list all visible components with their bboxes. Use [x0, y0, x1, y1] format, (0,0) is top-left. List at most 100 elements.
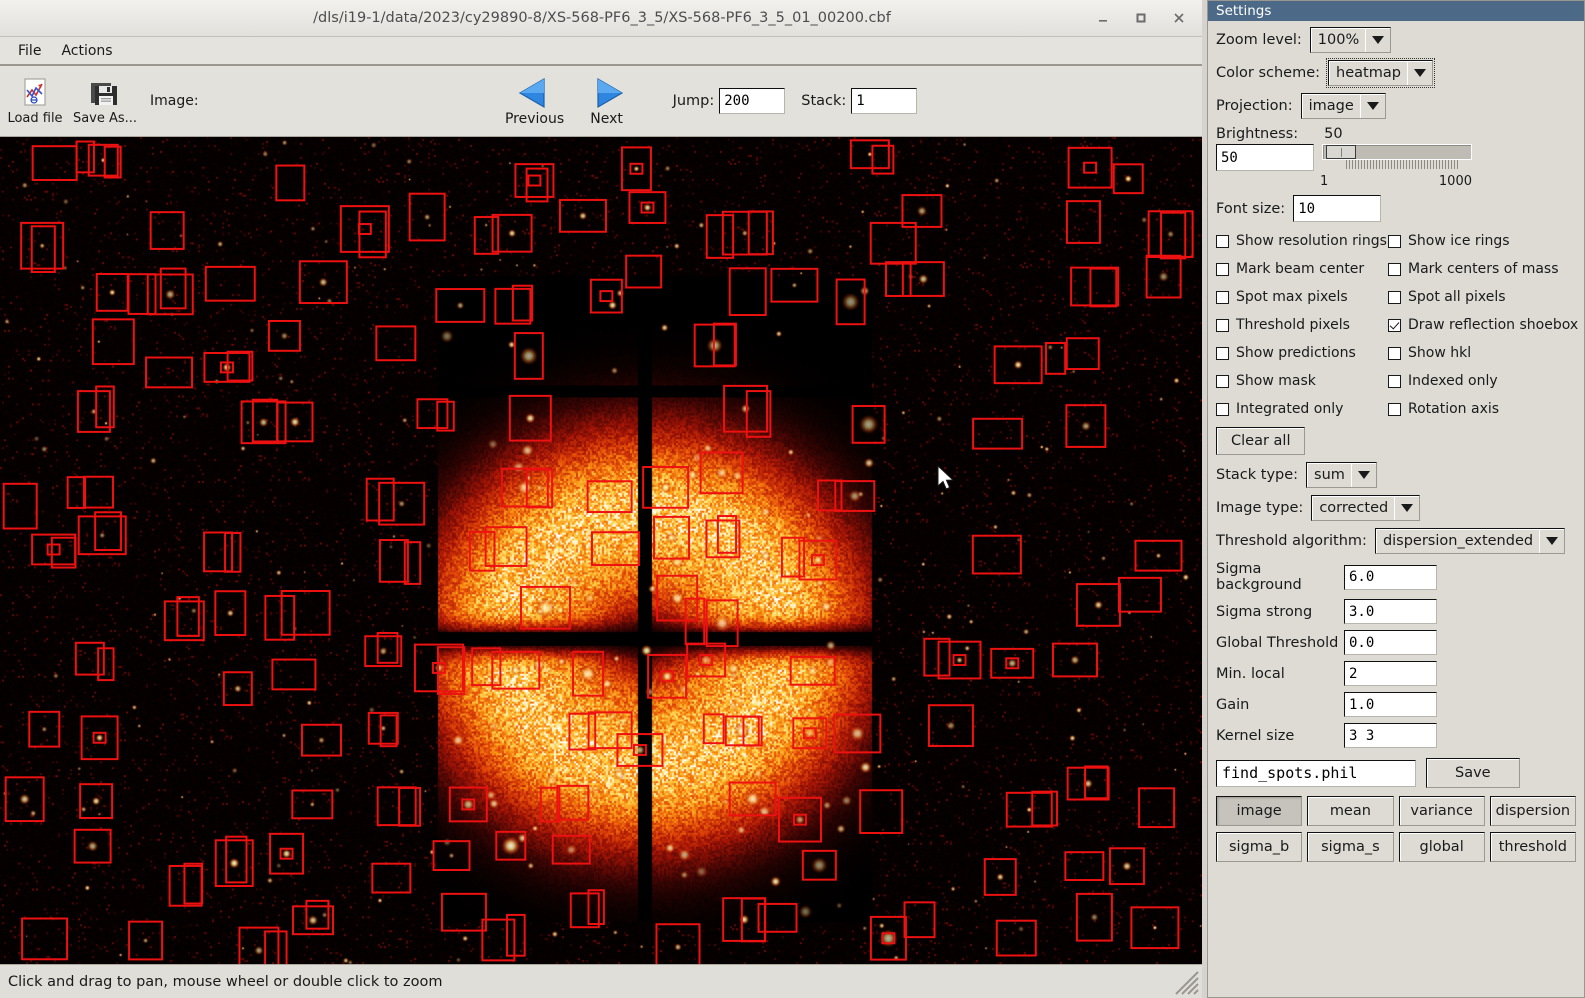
load-file-button[interactable]: Load file: [2, 77, 68, 126]
checkbox-box[interactable]: [1216, 262, 1229, 276]
mode-button-image[interactable]: image: [1216, 796, 1303, 826]
mode-button-mean[interactable]: mean: [1307, 796, 1394, 826]
save-as-button[interactable]: Save As...: [72, 77, 138, 126]
display-options-grid: Show resolution rings Show ice rings Mark …: [1216, 233, 1578, 417]
mode-button-sigma_b[interactable]: sigma_b: [1216, 832, 1303, 862]
checkbox-box[interactable]: [1216, 374, 1229, 388]
settings-panel: Settings Zoom level: 100% Color scheme: …: [1207, 0, 1585, 998]
checkbox-show-mask[interactable]: Show mask: [1216, 373, 1388, 389]
minimize-icon[interactable]: [1094, 9, 1112, 27]
param-row-gain: Gain: [1216, 692, 1576, 717]
brightness-slider-handle[interactable]: [1326, 145, 1356, 159]
checkbox-box[interactable]: [1388, 402, 1401, 416]
mode-button-variance[interactable]: variance: [1398, 796, 1485, 826]
statusbar: Click and drag to pan, mouse wheel or do…: [0, 964, 1202, 998]
brightness-row: Brightness: 50: [1216, 126, 1576, 142]
zoom-level-label: Zoom level:: [1216, 32, 1302, 48]
window-title: /dls/i19-1/data/2023/cy29890-8/XS-568-PF…: [313, 10, 891, 26]
zoom-level-combo[interactable]: 100%: [1309, 27, 1392, 53]
checkbox-box[interactable]: [1216, 234, 1229, 248]
settings-body: Zoom level: 100% Color scheme: heatmap P…: [1208, 21, 1584, 997]
param-input-sigma-background[interactable]: [1344, 564, 1437, 590]
chevron-down-icon: [1350, 463, 1376, 487]
phil-filename-input[interactable]: [1216, 759, 1416, 787]
font-size-input[interactable]: [1293, 195, 1382, 222]
checkbox-box[interactable]: [1216, 346, 1229, 360]
checkbox-box[interactable]: [1388, 374, 1401, 388]
color-scheme-combo[interactable]: heatmap: [1326, 58, 1435, 88]
checkbox-box[interactable]: [1216, 318, 1229, 332]
checkbox-spot-all-pixels[interactable]: Spot all pixels: [1388, 289, 1578, 305]
save-phil-button[interactable]: Save: [1426, 758, 1520, 788]
jump-group: Jump:: [673, 88, 786, 114]
phil-file-row: Save: [1216, 758, 1576, 788]
close-icon[interactable]: [1170, 9, 1188, 27]
mode-buttons-row-1: image mean variance dispersion: [1216, 796, 1576, 826]
jump-label: Jump:: [672, 93, 715, 109]
mode-button-threshold[interactable]: threshold: [1489, 832, 1576, 862]
resize-grip[interactable]: [1174, 970, 1200, 996]
checkbox-threshold-pixels[interactable]: Threshold pixels: [1216, 317, 1388, 333]
checkbox-indexed-only[interactable]: Indexed only: [1388, 373, 1578, 389]
checkbox-box[interactable]: [1216, 402, 1229, 416]
checkbox-label: Draw reflection shoebox: [1408, 317, 1579, 333]
next-button[interactable]: Next: [571, 76, 643, 127]
menu-file[interactable]: File: [8, 40, 51, 62]
brightness-slider[interactable]: [1322, 144, 1472, 160]
param-label-sigma-strong: Sigma strong: [1216, 603, 1313, 620]
clear-all-button[interactable]: Clear all: [1216, 427, 1306, 455]
checkbox-box[interactable]: [1388, 234, 1401, 248]
param-input-global-threshold[interactable]: [1344, 630, 1437, 655]
mode-button-dispersion[interactable]: dispersion: [1489, 796, 1576, 826]
checkbox-mark-beam-center[interactable]: Mark beam center: [1216, 261, 1388, 277]
checkbox-label: Spot all pixels: [1408, 289, 1506, 305]
color-scheme-row: Color scheme: heatmap: [1216, 58, 1576, 88]
previous-button[interactable]: Previous: [499, 76, 571, 127]
param-row-sigma-background: Sigma background: [1216, 561, 1576, 593]
checkbox-draw-reflection-shoebox[interactable]: Draw reflection shoebox: [1388, 317, 1578, 333]
image-type-combo[interactable]: corrected: [1311, 495, 1421, 521]
checkbox-box[interactable]: [1216, 290, 1229, 304]
diffraction-image-viewport[interactable]: [0, 137, 1202, 964]
checkbox-mark-centers-of-mass[interactable]: Mark centers of mass: [1388, 261, 1578, 277]
checkbox-box[interactable]: [1388, 318, 1401, 332]
threshold-algorithm-row: Threshold algorithm: dispersion_extended: [1216, 528, 1576, 554]
checkbox-show-resolution-rings[interactable]: Show resolution rings: [1216, 233, 1388, 249]
checkbox-box[interactable]: [1388, 262, 1401, 276]
brightness-current-value: 50: [1324, 126, 1343, 142]
main-window: /dls/i19-1/data/2023/cy29890-8/XS-568-PF…: [0, 0, 1202, 998]
checkbox-box[interactable]: [1388, 290, 1401, 304]
checkbox-show-hkl[interactable]: Show hkl: [1388, 345, 1578, 361]
param-row-kernel-size: Kernel size: [1216, 723, 1576, 748]
threshold-algorithm-combo[interactable]: dispersion_extended: [1374, 528, 1566, 554]
param-input-min-local[interactable]: [1344, 661, 1437, 686]
checkbox-spot-max-pixels[interactable]: Spot max pixels: [1216, 289, 1388, 305]
checkbox-label: Integrated only: [1236, 401, 1344, 417]
checkbox-label: Spot max pixels: [1236, 289, 1348, 305]
stack-input[interactable]: [851, 88, 918, 114]
mode-button-global[interactable]: global: [1398, 832, 1485, 862]
checkbox-integrated-only[interactable]: Integrated only: [1216, 401, 1388, 417]
image-label: Image:: [150, 93, 199, 109]
param-row-sigma-strong: Sigma strong: [1216, 599, 1576, 624]
menu-actions[interactable]: Actions: [51, 40, 122, 62]
checkbox-rotation-axis[interactable]: Rotation axis: [1388, 401, 1578, 417]
param-input-gain[interactable]: [1344, 692, 1437, 717]
param-input-kernel-size[interactable]: [1344, 723, 1437, 748]
zoom-level-row: Zoom level: 100%: [1216, 27, 1576, 53]
checkbox-show-predictions[interactable]: Show predictions: [1216, 345, 1388, 361]
stack-type-combo[interactable]: sum: [1306, 462, 1377, 488]
stack-label: Stack:: [801, 93, 847, 109]
param-input-sigma-strong[interactable]: [1344, 599, 1437, 624]
brightness-input[interactable]: [1216, 144, 1314, 171]
chevron-down-icon: [1539, 529, 1564, 553]
jump-input[interactable]: [719, 88, 786, 114]
checkbox-box[interactable]: [1388, 346, 1401, 360]
diffraction-image[interactable]: [0, 137, 1202, 964]
checkbox-show-ice-rings[interactable]: Show ice rings: [1388, 233, 1578, 249]
projection-label: Projection:: [1216, 98, 1293, 114]
mode-button-sigma_s[interactable]: sigma_s: [1307, 832, 1394, 862]
projection-combo[interactable]: image: [1300, 93, 1386, 119]
stack-type-value: sum: [1314, 467, 1345, 483]
maximize-icon[interactable]: [1132, 9, 1150, 27]
